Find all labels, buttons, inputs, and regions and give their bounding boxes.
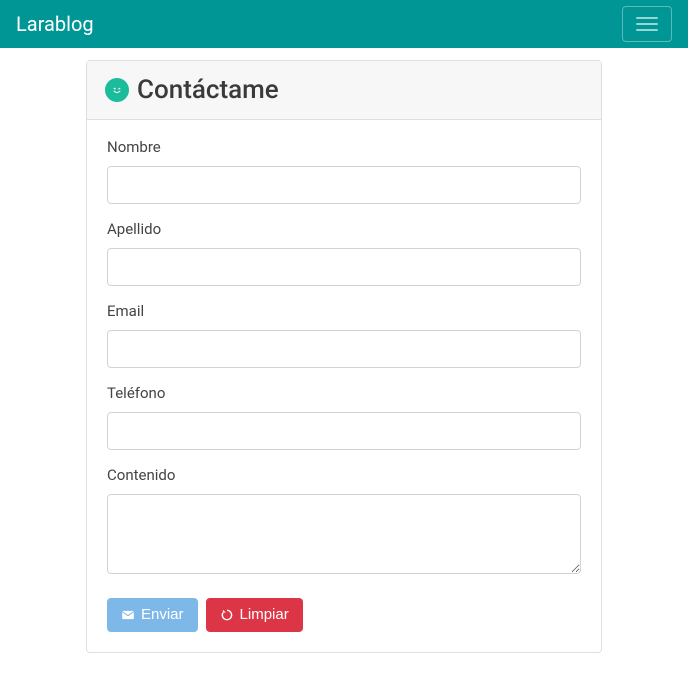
refresh-icon xyxy=(220,608,234,622)
form-group-email: Email xyxy=(107,302,581,368)
form-group-telefono: Teléfono xyxy=(107,384,581,450)
card-body: Nombre Apellido Email Teléfono Contenido xyxy=(87,120,601,652)
card-title: Contáctame xyxy=(137,75,279,105)
brand-logo[interactable]: Larablog xyxy=(16,12,94,36)
submit-button-label: Enviar xyxy=(141,606,184,624)
label-email: Email xyxy=(107,302,581,320)
label-telefono: Teléfono xyxy=(107,384,581,402)
hamburger-menu-button[interactable] xyxy=(622,6,672,42)
main-container: Contáctame Nombre Apellido Email Teléfon… xyxy=(0,48,688,669)
smile-icon xyxy=(105,78,129,102)
button-row: Enviar Limpiar xyxy=(107,598,581,632)
form-group-contenido: Contenido xyxy=(107,466,581,578)
card-header: Contáctame xyxy=(87,61,601,120)
envelope-icon xyxy=(121,608,135,622)
clear-button-label: Limpiar xyxy=(240,606,289,624)
textarea-contenido[interactable] xyxy=(107,494,581,574)
label-contenido: Contenido xyxy=(107,466,581,484)
contact-card: Contáctame Nombre Apellido Email Teléfon… xyxy=(86,60,602,653)
form-group-nombre: Nombre xyxy=(107,138,581,204)
label-nombre: Nombre xyxy=(107,138,581,156)
input-nombre[interactable] xyxy=(107,166,581,204)
form-group-apellido: Apellido xyxy=(107,220,581,286)
navbar: Larablog xyxy=(0,0,688,48)
input-email[interactable] xyxy=(107,330,581,368)
input-apellido[interactable] xyxy=(107,248,581,286)
input-telefono[interactable] xyxy=(107,412,581,450)
submit-button[interactable]: Enviar xyxy=(107,598,198,632)
clear-button[interactable]: Limpiar xyxy=(206,598,303,632)
label-apellido: Apellido xyxy=(107,220,581,238)
